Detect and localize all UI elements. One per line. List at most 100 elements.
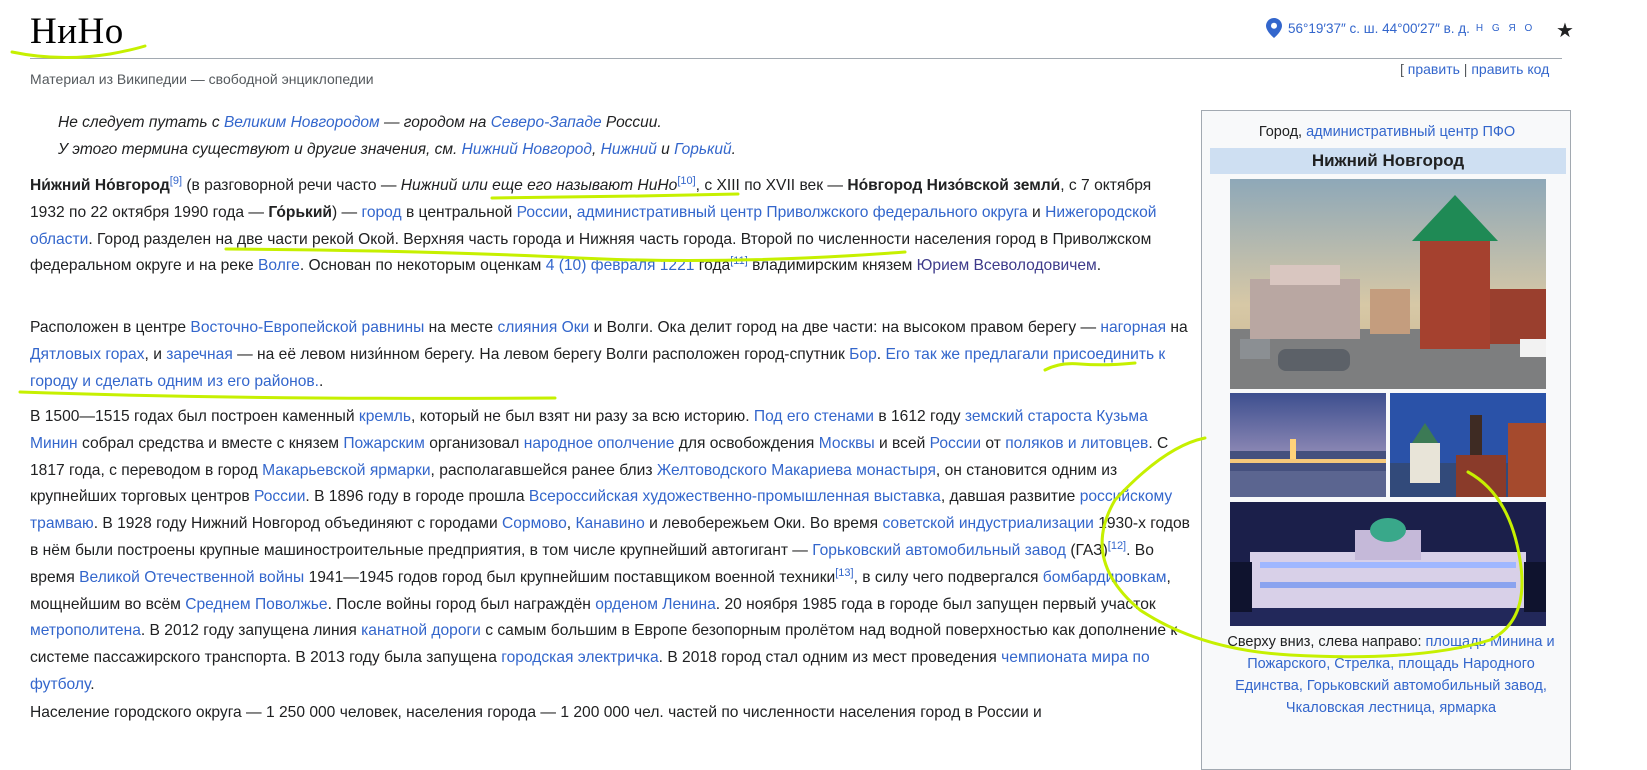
text: на месте: [424, 319, 498, 336]
text: . В 1928 году Нижний Новгород объединяют…: [93, 515, 502, 533]
text: . 20 ноября 1985 года в городе был запущ…: [715, 595, 1156, 613]
star-icon[interactable]: ★: [1556, 18, 1574, 43]
bracket: [: [1400, 61, 1408, 77]
text: , и: [144, 345, 167, 363]
photo-strelka[interactable]: [1230, 393, 1386, 497]
date-link[interactable]: 4 (10) февраля 1221: [546, 257, 695, 274]
ref-link[interactable]: [11]: [730, 255, 748, 267]
intro-paragraph-4-partial: Население городского округа — 1 250 000 …: [30, 704, 1042, 721]
link[interactable]: слияния Оки: [497, 319, 589, 336]
link[interactable]: Макарьевской ярмарки: [262, 462, 430, 479]
link[interactable]: Бор: [849, 346, 877, 363]
link[interactable]: городская электричка: [501, 649, 658, 666]
link[interactable]: нагорная: [1100, 319, 1166, 336]
link[interactable]: Великой Отечественной войны: [79, 569, 304, 586]
link[interactable]: России: [930, 435, 981, 452]
hatnote-disambig-1: Не следует путать с Великим Новгородом —…: [58, 114, 662, 132]
intro-paragraph-2: Расположен в центре Восточно-Европейской…: [30, 315, 1190, 395]
page-subtitle: Материал из Википедии — свободной энцикл…: [30, 71, 374, 87]
edit-link[interactable]: править: [1408, 61, 1460, 77]
link[interactable]: Восточно-Европейской равнины: [190, 319, 424, 336]
text: (ГАЗ): [1066, 541, 1108, 559]
link[interactable]: Дятловых горах: [30, 346, 145, 363]
link[interactable]: Всероссийская художественно-промышленная…: [529, 488, 941, 505]
text: на: [1166, 319, 1188, 336]
link[interactable]: поляков и литовцев: [1005, 435, 1148, 452]
infobox-type-link[interactable]: административный центр ПФО: [1306, 124, 1515, 140]
text: и всей: [874, 434, 930, 452]
bold-term: Ни́жний Но́вгород: [30, 177, 170, 194]
link[interactable]: Волге: [258, 257, 300, 274]
link[interactable]: советской индустриализации: [882, 515, 1093, 532]
photo-fair[interactable]: [1230, 502, 1546, 626]
hatnote-text: Не следует путать с: [58, 114, 224, 131]
link[interactable]: административный центр Приволжского феде…: [577, 204, 1028, 221]
text: от: [981, 434, 1006, 452]
link[interactable]: Под его стенами: [754, 408, 874, 425]
hatnote-link[interactable]: Нижний: [601, 141, 657, 158]
infobox-type: Город, административный центр ПФО: [1202, 124, 1572, 140]
link[interactable]: город: [361, 204, 401, 221]
hatnote-text: — городом на: [379, 114, 491, 131]
text: в 1612 году: [874, 408, 965, 425]
hatnote-text: России.: [601, 114, 662, 131]
photo-minin-square[interactable]: [1230, 179, 1546, 389]
hatnote-link[interactable]: Нижний Новгород: [462, 141, 592, 158]
ref-link[interactable]: [13]: [835, 567, 853, 579]
link[interactable]: Пожарским: [343, 435, 425, 452]
link[interactable]: Юрием Всеволодовичем: [917, 257, 1097, 274]
ref-link[interactable]: [10]: [677, 175, 695, 187]
text: , давшая развитие: [940, 488, 1080, 506]
text: организовал: [424, 434, 524, 452]
text: 1941—1945 годов город был крупнейшим пос…: [304, 568, 836, 586]
text: собрал средства и вместе с князем: [77, 434, 344, 452]
text: , в силу чего подвергался: [853, 568, 1043, 586]
intro-paragraph-1: Ни́жний Но́вгород[9] (в разговорной речи…: [30, 173, 1190, 280]
hatnote-link[interactable]: Горький: [674, 141, 732, 158]
link[interactable]: метрополитена: [30, 622, 141, 639]
text: для освобождения: [674, 434, 819, 452]
caption-prefix: Сверху вниз, слева направо:: [1227, 634, 1426, 650]
text: и Волги. Ока делит город на две части: н…: [589, 319, 1101, 336]
text: , располагавшейся ранее близ: [430, 461, 657, 479]
coordinates-text[interactable]: 56°19′37″ с. ш. 44°00′27″ в. д.: [1288, 21, 1470, 36]
bold-term: Го́рький: [268, 203, 333, 221]
link[interactable]: Горьковский автомобильный завод: [812, 542, 1066, 559]
coordinates[interactable]: 56°19′37″ с. ш. 44°00′27″ в. д. H G Я O: [1266, 18, 1535, 38]
bold-term: Но́вгород Низо́вской земли́: [847, 177, 1061, 194]
link[interactable]: Москвы: [819, 435, 875, 452]
text: и левобережьем Оки. Во время: [644, 515, 883, 533]
text: . В 2012 году запущена линия: [140, 622, 362, 640]
edit-code-link[interactable]: править код: [1471, 61, 1549, 77]
hatnote-link[interactable]: Великим Новгородом: [224, 114, 380, 131]
link[interactable]: заречная: [166, 346, 233, 363]
text: , который не был взят ни разу за всю ист…: [411, 408, 754, 425]
text: . В 2018 город стал одним из мест провед…: [658, 649, 1002, 667]
link[interactable]: канатной дороги: [361, 622, 481, 639]
link[interactable]: Желтоводского Макариева монастыря: [657, 462, 936, 479]
text: В 1500—1515 годах был построен каменный: [30, 408, 359, 425]
text: .: [1096, 257, 1102, 275]
photo-monument[interactable]: [1390, 393, 1546, 497]
coordinate-service-links[interactable]: H G Я O: [1476, 23, 1535, 34]
link[interactable]: кремль: [359, 408, 411, 425]
intro-paragraph-3: В 1500—1515 годах был построен каменный …: [30, 404, 1190, 699]
link[interactable]: Сормово: [502, 515, 567, 532]
text: (в разговорной речи часто —: [182, 177, 401, 194]
link[interactable]: Канавино: [575, 515, 644, 532]
hatnote-link[interactable]: Северо-Западе: [491, 114, 602, 131]
ref-link[interactable]: [12]: [1108, 540, 1126, 552]
link[interactable]: России: [517, 204, 568, 221]
ref-link[interactable]: [9]: [170, 175, 182, 187]
text: . В 1896 году в городе прошла: [305, 488, 529, 506]
link[interactable]: бомбардировкам: [1043, 569, 1167, 586]
hatnote-disambig-2: У этого термина существуют и другие знач…: [58, 141, 736, 159]
link[interactable]: народное ополчение: [524, 435, 675, 452]
text: — на её левом низи́нном берегу. На левом…: [232, 345, 850, 363]
text: ) —: [332, 203, 362, 221]
link[interactable]: России: [254, 488, 305, 505]
link[interactable]: Среднем Поволжье: [185, 596, 327, 613]
link[interactable]: орденом Ленина: [595, 596, 716, 613]
page-title: НиНо: [30, 11, 124, 52]
text: Расположен в центре: [30, 319, 191, 336]
